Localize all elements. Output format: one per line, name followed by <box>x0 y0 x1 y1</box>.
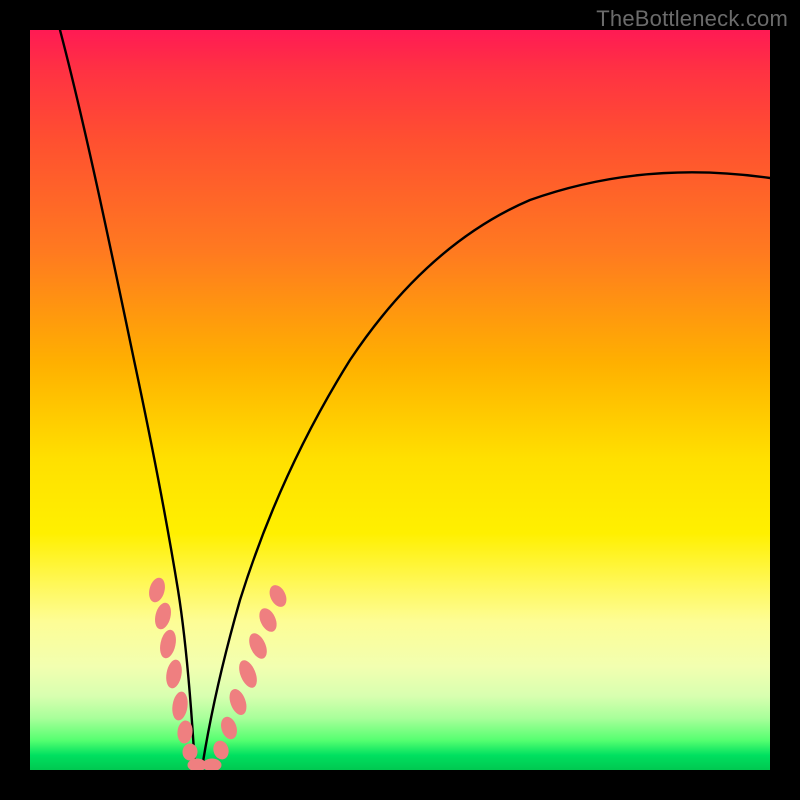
plot-area <box>30 30 770 770</box>
curve-layer <box>30 30 770 770</box>
watermark-text: TheBottleneck.com <box>596 6 788 32</box>
chart-frame: TheBottleneck.com <box>0 0 800 800</box>
marker-group <box>147 577 289 770</box>
